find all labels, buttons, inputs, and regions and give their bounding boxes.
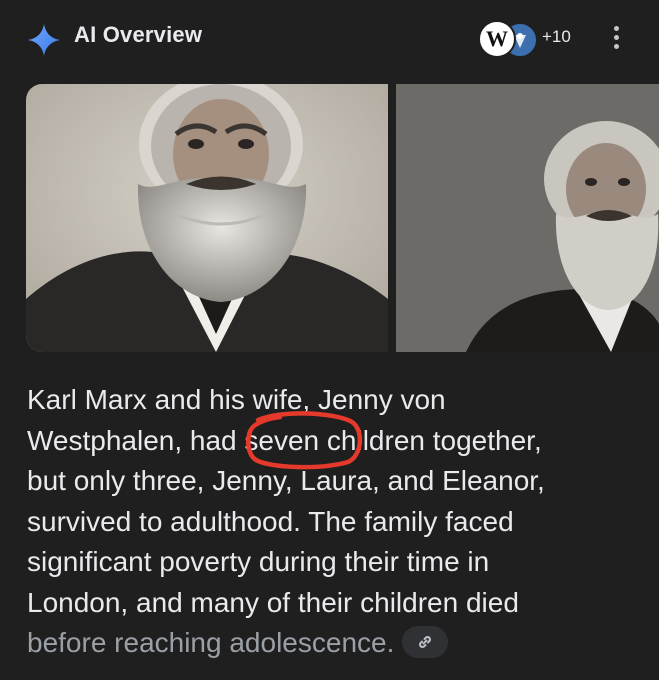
ai-overview-header: AI Overview W +10	[0, 0, 659, 74]
more-options-icon[interactable]	[604, 24, 628, 54]
overview-text: Karl Marx and his wife, Jenny von Westph…	[27, 380, 637, 664]
wikipedia-source-icon: W	[478, 20, 516, 58]
overview-line: significant poverty during their time in	[27, 546, 490, 577]
link-chip-button[interactable]	[402, 625, 449, 658]
overview-line-faded: before reaching adolescence.	[27, 623, 637, 664]
overview-line: Westphalen, had seven children together,	[27, 424, 542, 456]
sources-button[interactable]: W +10	[478, 20, 578, 58]
link-icon	[419, 635, 432, 648]
overview-line: but only three, Jenny, Laura, and Eleano…	[27, 465, 545, 496]
page-title: AI Overview	[74, 22, 203, 47]
image-carousel[interactable]	[26, 84, 659, 354]
sources-count: +10	[542, 27, 571, 46]
overview-faded-text: before reaching adolescence.	[27, 627, 395, 658]
marx-portrait-image[interactable]	[396, 84, 659, 352]
overview-line: London, and many of their children died	[27, 586, 519, 618]
overview-line: survived to adulthood. The family faced	[27, 505, 514, 537]
overview-line: Karl Marx and his wife, Jenny von	[27, 384, 446, 415]
marx-portrait-image[interactable]	[26, 84, 388, 352]
sparkle-icon	[28, 24, 60, 56]
